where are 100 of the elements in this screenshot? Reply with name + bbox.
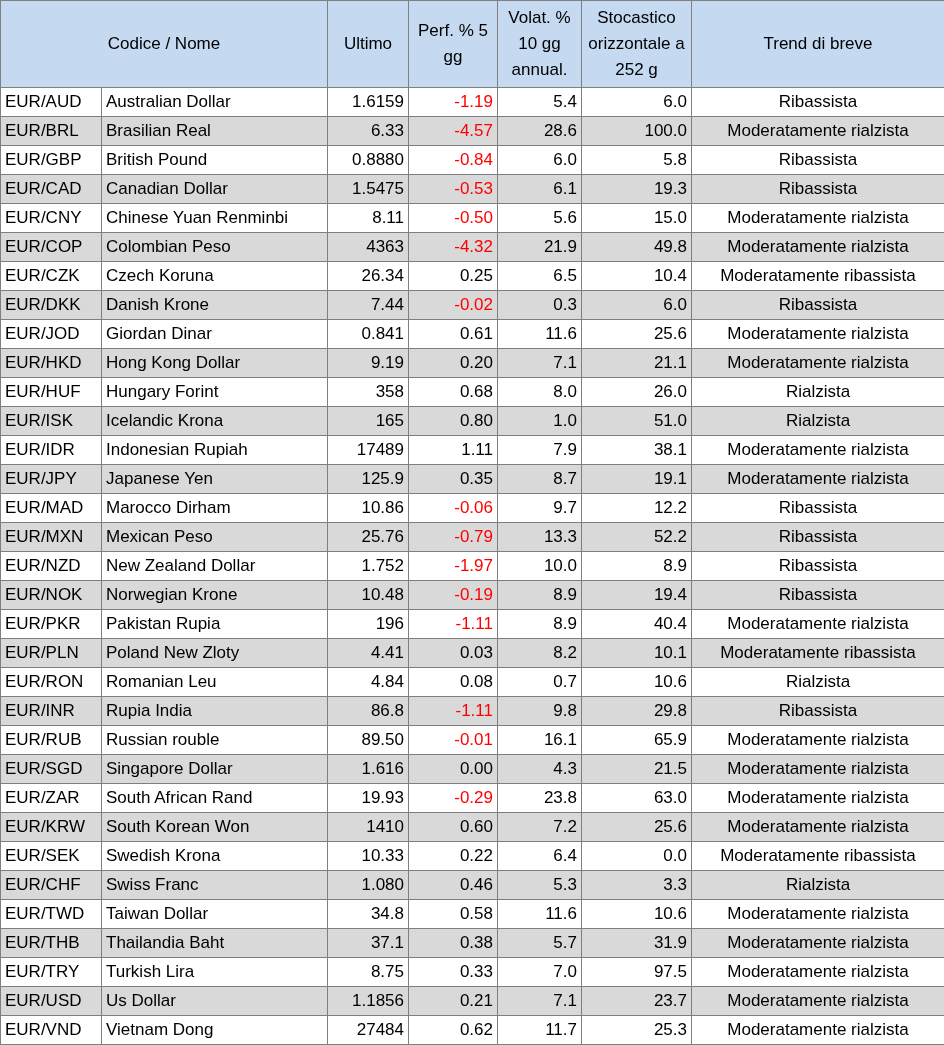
table-cell: 1.080	[327, 870, 409, 900]
table-cell: 0.68	[408, 377, 498, 407]
table-cell: Poland New Zloty	[101, 638, 328, 668]
table-cell: 5.8	[581, 145, 692, 175]
table-cell: -0.01	[408, 725, 498, 755]
table-cell: -4.32	[408, 232, 498, 262]
table-cell: -0.50	[408, 203, 498, 233]
table-cell: -1.11	[408, 609, 498, 639]
table-cell: EUR/SGD	[0, 754, 102, 784]
table-cell: 27484	[327, 1015, 409, 1045]
table-cell: 12.2	[581, 493, 692, 523]
table-cell: EUR/AUD	[0, 87, 102, 117]
table-cell: 6.0	[497, 145, 582, 175]
table-cell: Hong Kong Dollar	[101, 348, 328, 378]
table-cell: EUR/RUB	[0, 725, 102, 755]
table-cell: 1.752	[327, 551, 409, 581]
table-cell: 7.1	[497, 348, 582, 378]
table-cell: Brasilian Real	[101, 116, 328, 146]
table-cell: 25.6	[581, 812, 692, 842]
table-cell: EUR/IDR	[0, 435, 102, 465]
table-cell: 5.7	[497, 928, 582, 958]
table-cell: 0.20	[408, 348, 498, 378]
table-cell: -4.57	[408, 116, 498, 146]
table-cell: 10.6	[581, 667, 692, 697]
table-cell: 1.5475	[327, 174, 409, 204]
table-cell: -1.97	[408, 551, 498, 581]
column-header: Trend di breve	[691, 0, 944, 88]
table-cell: 0.3	[497, 290, 582, 320]
table-cell: 8.7	[497, 464, 582, 494]
table-cell: EUR/GBP	[0, 145, 102, 175]
table-cell: 8.9	[497, 580, 582, 610]
table-cell: Hungary Forint	[101, 377, 328, 407]
table-cell: Colombian Peso	[101, 232, 328, 262]
table-cell: -0.19	[408, 580, 498, 610]
table-cell: EUR/JOD	[0, 319, 102, 349]
table-cell: 11.6	[497, 319, 582, 349]
table-cell: EUR/RON	[0, 667, 102, 697]
table-cell: EUR/MAD	[0, 493, 102, 523]
table-cell: 25.6	[581, 319, 692, 349]
table-cell: Australian Dollar	[101, 87, 328, 117]
table-cell: Us Dollar	[101, 986, 328, 1016]
table-cell: 5.6	[497, 203, 582, 233]
table-cell: 3.3	[581, 870, 692, 900]
table-cell: Pakistan Rupia	[101, 609, 328, 639]
table-cell: 7.9	[497, 435, 582, 465]
table-cell: 37.1	[327, 928, 409, 958]
table-cell: 29.8	[581, 696, 692, 726]
table-cell: 4.84	[327, 667, 409, 697]
table-cell: EUR/CNY	[0, 203, 102, 233]
table-cell: 9.8	[497, 696, 582, 726]
table-cell: 8.75	[327, 957, 409, 987]
table-cell: 8.0	[497, 377, 582, 407]
column-header: Stocastico orizzontale a 252 g	[581, 0, 692, 88]
table-cell: 40.4	[581, 609, 692, 639]
table-cell: 4363	[327, 232, 409, 262]
table-cell: -0.29	[408, 783, 498, 813]
table-cell: 19.1	[581, 464, 692, 494]
table-cell: 21.9	[497, 232, 582, 262]
table-cell: 15.0	[581, 203, 692, 233]
table-cell: 19.3	[581, 174, 692, 204]
table-cell: 38.1	[581, 435, 692, 465]
table-cell: 100.0	[581, 116, 692, 146]
table-cell: EUR/THB	[0, 928, 102, 958]
table-cell: Czech Koruna	[101, 261, 328, 291]
table-cell: 10.86	[327, 493, 409, 523]
table-cell: 0.00	[408, 754, 498, 784]
table-cell: 65.9	[581, 725, 692, 755]
table-cell: 1410	[327, 812, 409, 842]
table-cell: 0.03	[408, 638, 498, 668]
table-cell: 1.616	[327, 754, 409, 784]
table-cell: 10.33	[327, 841, 409, 871]
table-cell: 0.58	[408, 899, 498, 929]
table-cell: 1.0	[497, 406, 582, 436]
table-cell: 26.34	[327, 261, 409, 291]
table-cell: 6.0	[581, 290, 692, 320]
table-cell: 21.1	[581, 348, 692, 378]
table-cell: 0.35	[408, 464, 498, 494]
table-cell: Taiwan Dollar	[101, 899, 328, 929]
table-cell: 10.48	[327, 580, 409, 610]
table-cell: 0.8880	[327, 145, 409, 175]
table-cell: Indonesian Rupiah	[101, 435, 328, 465]
table-cell: EUR/PKR	[0, 609, 102, 639]
table-cell: 6.33	[327, 116, 409, 146]
table-cell: South African Rand	[101, 783, 328, 813]
table-cell: EUR/VND	[0, 1015, 102, 1045]
table-cell: 165	[327, 406, 409, 436]
table-cell: 1.1856	[327, 986, 409, 1016]
table-cell: EUR/MXN	[0, 522, 102, 552]
table-cell: EUR/COP	[0, 232, 102, 262]
table-cell: 10.4	[581, 261, 692, 291]
table-cell: EUR/CZK	[0, 261, 102, 291]
table-cell: EUR/TRY	[0, 957, 102, 987]
table-cell: 0.38	[408, 928, 498, 958]
table-cell: 4.41	[327, 638, 409, 668]
table-cell: EUR/TWD	[0, 899, 102, 929]
table-cell: Romanian Leu	[101, 667, 328, 697]
column-header: Volat. % 10 gg annual.	[497, 0, 582, 88]
table-cell: British Pound	[101, 145, 328, 175]
table-cell: 97.5	[581, 957, 692, 987]
table-cell: EUR/HUF	[0, 377, 102, 407]
